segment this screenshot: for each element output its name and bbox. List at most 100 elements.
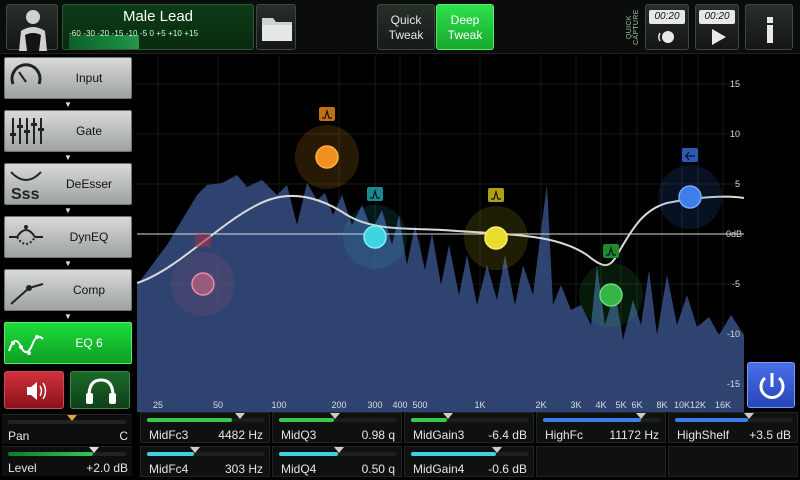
effect-chain-sidebar: Input ▼ Gate ▼ Sss DeEsser ▼ DynEQ ▼ Com… xyxy=(0,55,136,364)
preset-name: Male Lead xyxy=(122,8,194,25)
param-name: MidGain4 xyxy=(413,462,465,476)
quick-tweak-label-1: Quick xyxy=(390,13,422,27)
param-midgain4[interactable]: MidGain4 -0.6 dB xyxy=(404,446,534,477)
freq-tick: 400 xyxy=(392,400,407,410)
param-value: 0.98 q xyxy=(361,428,395,442)
param-value: -0.6 dB xyxy=(488,462,527,476)
headphones-button[interactable] xyxy=(70,371,130,409)
quick-tweak-tab[interactable]: Quick Tweak xyxy=(377,4,435,50)
headphones-icon xyxy=(86,378,116,404)
pan-slider[interactable]: Pan C xyxy=(2,414,132,444)
db-tick: -5 xyxy=(732,279,740,289)
chain-arrow-icon: ▼ xyxy=(64,153,72,162)
param-fill xyxy=(147,452,194,456)
level-slider[interactable]: Level +2.0 dB xyxy=(2,446,132,476)
param-highfc[interactable]: HighFc 11172 Hz xyxy=(536,412,666,443)
block-label: EQ 6 xyxy=(75,336,103,350)
monitor-mute-button[interactable] xyxy=(4,371,64,409)
param-fill xyxy=(279,452,338,456)
param-name: HighShelf xyxy=(677,428,730,442)
freq-tick: 1K xyxy=(474,400,485,410)
dyneq-icon xyxy=(9,225,43,245)
level-fill xyxy=(8,452,93,456)
pan-label: Pan xyxy=(8,429,30,443)
param-midfc3[interactable]: MidFc3 4482 Hz xyxy=(140,412,270,443)
param-midq4[interactable]: MidQ4 0.50 q xyxy=(272,446,402,477)
block-comp[interactable]: Comp xyxy=(4,269,132,311)
param-value: 0.50 q xyxy=(361,462,395,476)
freq-tick: 500 xyxy=(412,400,427,410)
block-label: DeEsser xyxy=(65,177,112,191)
param-fill xyxy=(675,418,748,422)
folder-icon xyxy=(262,18,292,41)
power-icon xyxy=(759,373,785,399)
param-thumb[interactable] xyxy=(443,413,453,419)
freq-tick: 8K xyxy=(656,400,667,410)
param-thumb[interactable] xyxy=(330,413,340,419)
param-midgain3[interactable]: MidGain3 -6.4 dB xyxy=(404,412,534,443)
gate-faders-icon xyxy=(10,118,44,144)
play-icon xyxy=(712,29,726,45)
param-empty-2 xyxy=(668,446,798,477)
chain-arrow-icon: ▼ xyxy=(64,100,72,109)
param-thumb[interactable] xyxy=(190,447,200,453)
param-highshelf[interactable]: HighShelf +3.5 dB xyxy=(668,412,798,443)
pan-thumb[interactable] xyxy=(67,415,77,421)
db-tick: -10 xyxy=(727,329,740,339)
deep-tweak-label-1: Deep xyxy=(450,13,480,27)
block-eq6[interactable]: EQ 6 xyxy=(4,322,132,364)
param-track xyxy=(675,413,793,422)
param-midfc4[interactable]: MidFc4 303 Hz xyxy=(140,446,270,477)
param-thumb[interactable] xyxy=(492,447,502,453)
level-value: +2.0 dB xyxy=(86,461,128,475)
freq-tick: 200 xyxy=(331,400,346,410)
speaker-icon xyxy=(27,382,47,400)
folder-button[interactable] xyxy=(256,4,296,50)
db-tick: 5 xyxy=(735,179,740,189)
param-empty-1 xyxy=(536,446,666,477)
input-level-meter: -60 -30 -20 -15 -10 -5 0 +5 +10 +15 xyxy=(69,29,249,49)
singer-avatar-button[interactable] xyxy=(6,4,58,51)
eq-curve-icon xyxy=(8,335,44,355)
parameter-panel: MidFc3 4482 Hz MidQ3 0.98 q MidGain3 -6.… xyxy=(137,412,800,480)
deesser-sss-icon: Sss xyxy=(10,171,42,202)
info-button[interactable] xyxy=(745,4,793,50)
block-dyneq[interactable]: DynEQ xyxy=(4,216,132,258)
preset-display[interactable]: Male Lead -60 -30 -20 -15 -10 -5 0 +5 +1… xyxy=(62,4,254,50)
param-track xyxy=(279,447,397,456)
quick-capture-play-button[interactable]: 00:20 xyxy=(695,4,739,50)
chain-arrow-icon: ▼ xyxy=(64,259,72,268)
compressor-curve-icon xyxy=(10,283,44,305)
freq-tick: 300 xyxy=(367,400,382,410)
param-name: MidQ4 xyxy=(281,462,317,476)
block-input[interactable]: Input xyxy=(4,57,132,99)
param-thumb[interactable] xyxy=(334,447,344,453)
chain-arrow-icon: ▼ xyxy=(64,312,72,321)
block-gate[interactable]: Gate xyxy=(4,110,132,152)
quick-capture-record-button[interactable]: 00:20 xyxy=(645,4,689,50)
level-thumb[interactable] xyxy=(89,447,99,453)
param-track xyxy=(147,413,265,422)
param-thumb[interactable] xyxy=(744,413,754,419)
db-tick: 15 xyxy=(730,79,740,89)
eq-graph[interactable]: 25 50 100 200 300 400 500 1K 2K 3K 4K 5K… xyxy=(136,55,745,412)
param-thumb[interactable] xyxy=(636,413,646,419)
eq-bypass-power-button[interactable] xyxy=(747,362,795,408)
param-midq3[interactable]: MidQ3 0.98 q xyxy=(272,412,402,443)
block-label: DynEQ xyxy=(69,230,109,244)
freq-tick: 10K xyxy=(674,400,690,410)
freq-tick: 3K xyxy=(570,400,581,410)
param-track xyxy=(147,447,265,456)
param-name: MidFc4 xyxy=(149,462,189,476)
param-thumb[interactable] xyxy=(235,413,245,419)
block-label: Comp xyxy=(72,283,105,297)
deep-tweak-tab[interactable]: Deep Tweak xyxy=(436,4,494,50)
param-track xyxy=(411,413,529,422)
freq-tick: 25 xyxy=(153,400,163,410)
block-deesser[interactable]: Sss DeEsser xyxy=(4,163,132,205)
input-dial-icon xyxy=(10,63,42,85)
freq-tick: 6K xyxy=(631,400,642,410)
param-value: 303 Hz xyxy=(224,462,263,476)
param-fill xyxy=(147,418,232,422)
pan-value: C xyxy=(119,429,128,443)
